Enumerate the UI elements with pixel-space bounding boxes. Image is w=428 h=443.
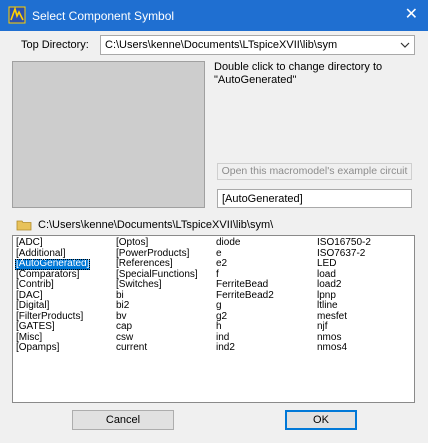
list-item[interactable]: load2: [316, 279, 372, 291]
list-item[interactable]: g2: [215, 311, 275, 323]
list-item[interactable]: h: [215, 321, 275, 333]
top-directory-label: Top Directory:: [21, 39, 89, 51]
current-path: C:\Users\kenne\Documents\LTspiceXVII\lib…: [38, 219, 274, 231]
list-item[interactable]: [Contrib]: [15, 279, 90, 291]
cancel-button[interactable]: Cancel: [72, 410, 174, 430]
list-item[interactable]: ISO16750-2: [316, 237, 372, 249]
list-item[interactable]: [Switches]: [115, 279, 199, 291]
list-item[interactable]: FerriteBead: [215, 279, 275, 291]
list-item[interactable]: e2: [215, 258, 275, 270]
window-title: Select Component Symbol: [32, 9, 175, 23]
close-icon[interactable]: ✕: [405, 5, 418, 25]
title-bar[interactable]: Select Component Symbol ✕: [0, 0, 428, 31]
folder-icon: [16, 220, 32, 231]
list-item[interactable]: [ADC]: [15, 237, 90, 249]
list-item[interactable]: [AutoGenerated]: [15, 258, 91, 270]
list-column-3: diode e e2 f FerriteBead FerriteBead2 g g2 h ind i…: [215, 237, 275, 354]
symbol-preview: [12, 61, 205, 208]
list-item[interactable]: bi2: [115, 300, 199, 312]
list-column-4: ISO16750-2 ISO7637-2 LED load load2 lpnp ltlin…: [316, 237, 372, 354]
list-item[interactable]: LED: [316, 258, 372, 270]
list-item[interactable]: [Opamps]: [15, 342, 90, 354]
list-item[interactable]: FerriteBead2: [215, 290, 275, 302]
list-item[interactable]: current: [115, 342, 199, 354]
top-directory-value: C:\Users\kenne\Documents\LTspiceXVII\lib…: [105, 39, 338, 51]
list-item[interactable]: ltline: [316, 300, 372, 312]
list-item[interactable]: diode: [215, 237, 275, 249]
list-item[interactable]: [References]: [115, 258, 199, 270]
component-list[interactable]: [ADC] [Additional] [AutoGenerated] [Compara…: [12, 235, 415, 403]
list-item[interactable]: nmos4: [316, 342, 372, 354]
ok-button[interactable]: OK: [285, 410, 357, 430]
list-column-2: [Optos] [PowerProducts] [References] [Speci…: [115, 237, 199, 354]
open-example-circuit-button[interactable]: Open this macromodel's example circuit: [217, 163, 412, 180]
ltspice-logo-icon: [8, 6, 26, 24]
list-item[interactable]: g: [215, 300, 275, 312]
description-text: Double click to change directory to "Aut…: [214, 61, 383, 86]
list-item[interactable]: ind2: [215, 342, 275, 354]
subdirectory-value: [AutoGenerated]: [222, 193, 303, 205]
list-item[interactable]: njf: [316, 321, 372, 333]
chevron-down-icon[interactable]: [400, 41, 410, 49]
subdirectory-field[interactable]: [AutoGenerated]: [217, 189, 412, 208]
list-column-1: [ADC] [Additional] [AutoGenerated] [Compara…: [15, 237, 91, 354]
top-directory-dropdown[interactable]: C:\Users\kenne\Documents\LTspiceXVII\lib…: [100, 35, 415, 55]
list-item[interactable]: [Optos]: [115, 237, 199, 249]
list-item[interactable]: [GATES]: [15, 321, 90, 333]
list-item[interactable]: cap: [115, 321, 199, 333]
list-item[interactable]: [Digital]: [15, 300, 90, 312]
